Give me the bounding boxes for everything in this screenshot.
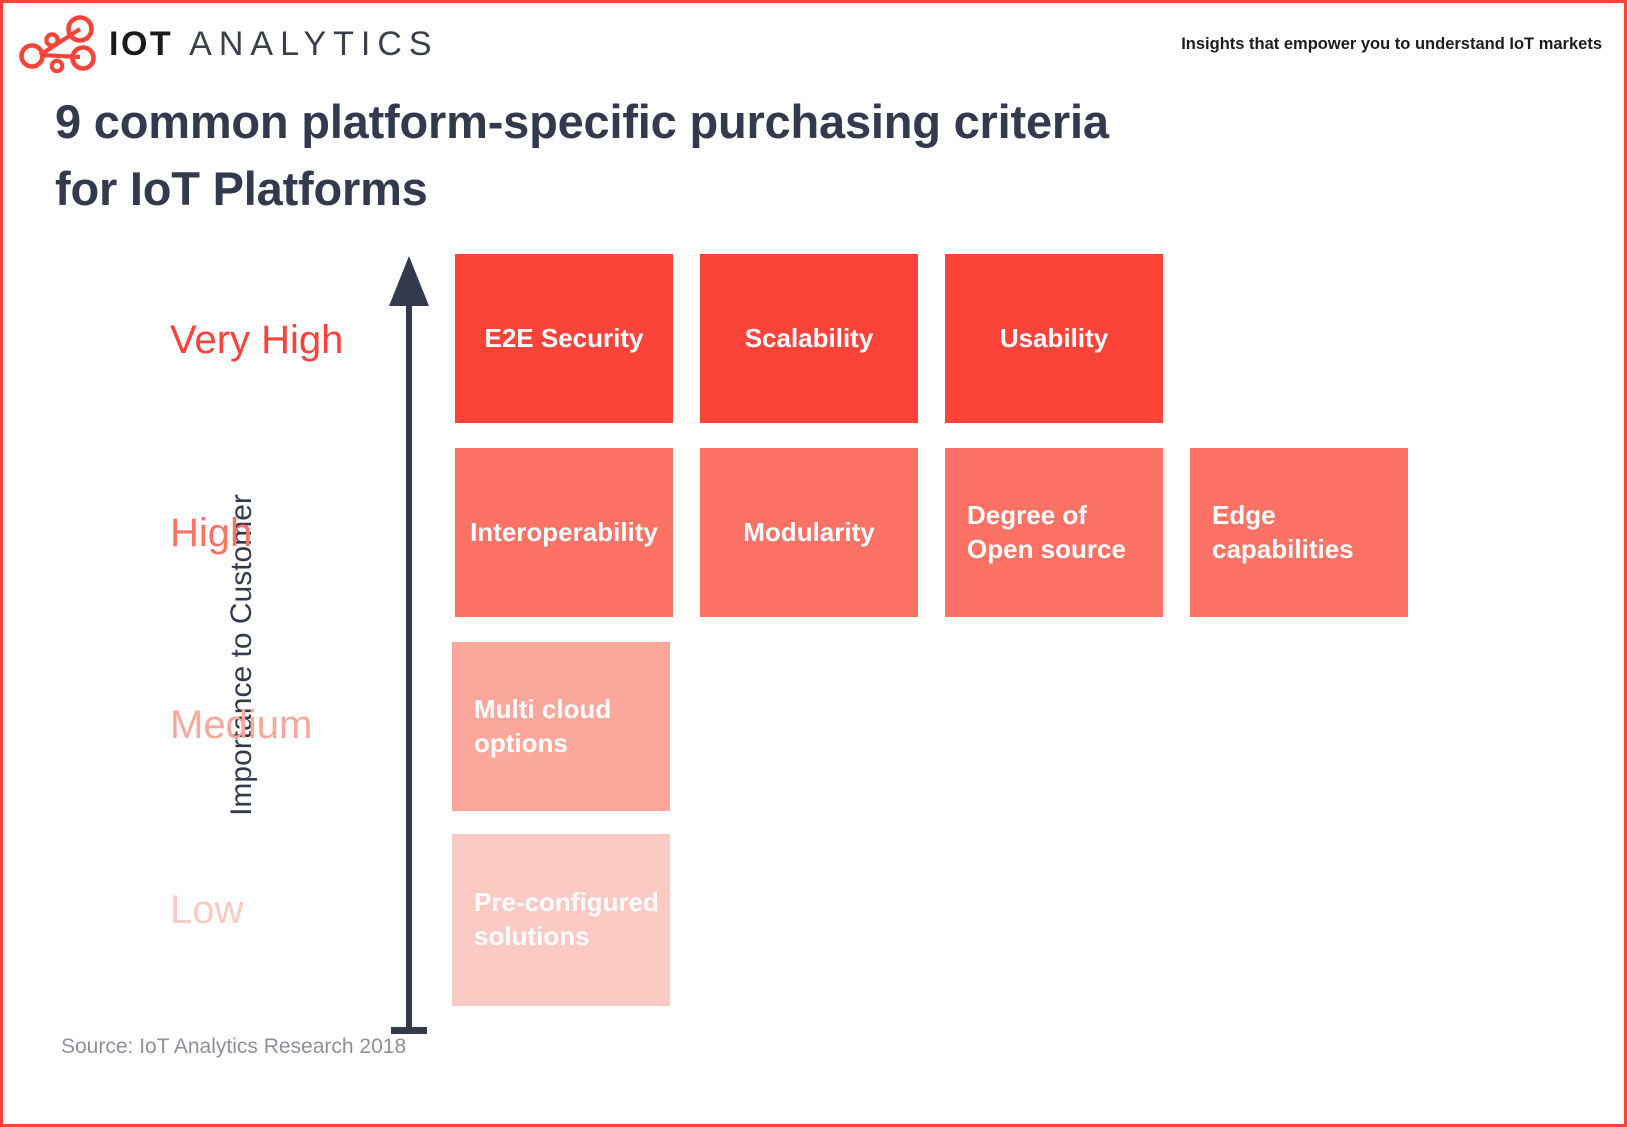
criteria-box-label-line-2: capabilities [1212, 533, 1354, 564]
criteria-box-usability[interactable]: Usability [945, 254, 1163, 423]
source-note: Source: IoT Analytics Research 2018 [61, 1035, 407, 1058]
y-axis-tick-very-high: Very High [170, 318, 344, 362]
criteria-box-label-line-2: Open source [967, 533, 1126, 564]
criteria-box-label: Usability [999, 322, 1109, 353]
criteria-box-label: Interoperability [470, 516, 658, 547]
y-axis-tick-low: Low [170, 888, 244, 932]
criteria-box-label-line-1: Edge [1212, 499, 1276, 530]
criteria-box-multi-cloud-options[interactable]: Multi cloud options [452, 642, 670, 811]
up-arrow-icon [389, 256, 429, 306]
criteria-box-modularity[interactable]: Modularity [700, 448, 918, 617]
criteria-box-label: Scalability [744, 322, 874, 353]
criteria-box-label: Multi cloud options [474, 693, 670, 761]
criteria-box-label: E2E Security [484, 322, 644, 353]
y-axis-title: Importance to Customer [225, 494, 258, 816]
criteria-box-pre-configured-solutions[interactable]: Pre-configured solutions [452, 834, 670, 1006]
criteria-box-label-line-1: Pre-configured [474, 887, 659, 918]
criteria-box-scalability[interactable]: Scalability [700, 254, 918, 423]
criteria-box-label: Degree of Open source [967, 499, 1163, 567]
criteria-box-label-line-2: options [474, 727, 568, 758]
y-axis-tick-medium: Medium [170, 703, 313, 747]
criteria-box-degree-of-open-source[interactable]: Degree of Open source [945, 448, 1163, 617]
y-axis-tick-high: High [170, 511, 253, 555]
infographic-page: IOT ANALYTICS Insights that empower you … [0, 0, 1627, 1127]
criteria-box-interoperability[interactable]: Interoperability [455, 448, 673, 617]
criteria-box-label-line-1: Degree of [967, 499, 1087, 530]
criteria-box-label: Pre-configured solutions [474, 886, 670, 954]
criteria-matrix-chart: Importance to Customer Very High High Me… [3, 3, 1624, 1124]
criteria-box-label: Modularity [743, 516, 875, 547]
criteria-box-label-line-2: solutions [474, 921, 590, 951]
criteria-box-e2e-security[interactable]: E2E Security [455, 254, 673, 423]
y-axis-base-tick [391, 1027, 427, 1034]
criteria-box-edge-capabilities[interactable]: Edge capabilities [1190, 448, 1408, 617]
criteria-box-label: Edge capabilities [1212, 499, 1408, 567]
criteria-box-label-line-1: Multi cloud [474, 693, 612, 724]
